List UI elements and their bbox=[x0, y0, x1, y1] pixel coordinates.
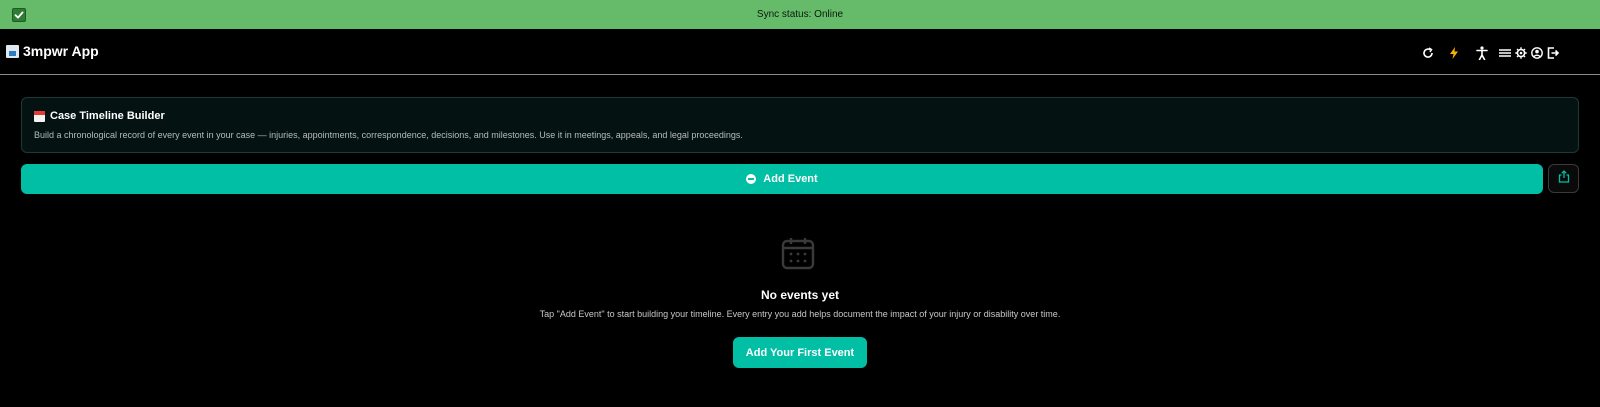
share-button[interactable] bbox=[1548, 164, 1579, 193]
empty-state-title: No events yet bbox=[760, 288, 840, 302]
brand[interactable]: 3mpwr App bbox=[6, 43, 99, 59]
add-event-button[interactable]: Add Event bbox=[21, 164, 1543, 194]
add-first-event-button[interactable]: Add Your First Event bbox=[733, 337, 867, 368]
refresh-icon[interactable] bbox=[1421, 45, 1435, 61]
card-description: Build a chronological record of every ev… bbox=[34, 130, 743, 140]
app-logo-icon bbox=[6, 44, 19, 58]
logout-icon[interactable] bbox=[1546, 45, 1560, 61]
minus-circle-icon bbox=[746, 174, 757, 184]
empty-calendar-icon bbox=[781, 236, 815, 270]
app-header: 3mpwr App bbox=[0, 29, 1600, 75]
share-icon bbox=[1558, 169, 1570, 188]
card-title: Case Timeline Builder bbox=[34, 110, 165, 122]
lightning-icon[interactable] bbox=[1447, 45, 1461, 61]
sync-status-bar: Sync status: Online bbox=[0, 0, 1600, 29]
account-icon[interactable] bbox=[1530, 45, 1544, 61]
empty-state-description: Tap "Add Event" to start building your t… bbox=[539, 309, 1061, 319]
timeline-info-card: Case Timeline Builder Build a chronologi… bbox=[21, 97, 1579, 153]
check-icon bbox=[12, 8, 26, 22]
accessibility-icon[interactable] bbox=[1475, 45, 1489, 61]
sync-status-text: Sync status: Online bbox=[756, 9, 844, 20]
card-title-text: Case Timeline Builder bbox=[50, 110, 165, 122]
menu-icon[interactable] bbox=[1498, 45, 1512, 61]
calendar-icon bbox=[34, 110, 45, 122]
settings-icon[interactable] bbox=[1514, 45, 1528, 61]
add-event-label: Add Event bbox=[763, 173, 818, 185]
app-name: 3mpwr App bbox=[23, 43, 99, 59]
add-first-event-label: Add Your First Event bbox=[745, 346, 855, 359]
